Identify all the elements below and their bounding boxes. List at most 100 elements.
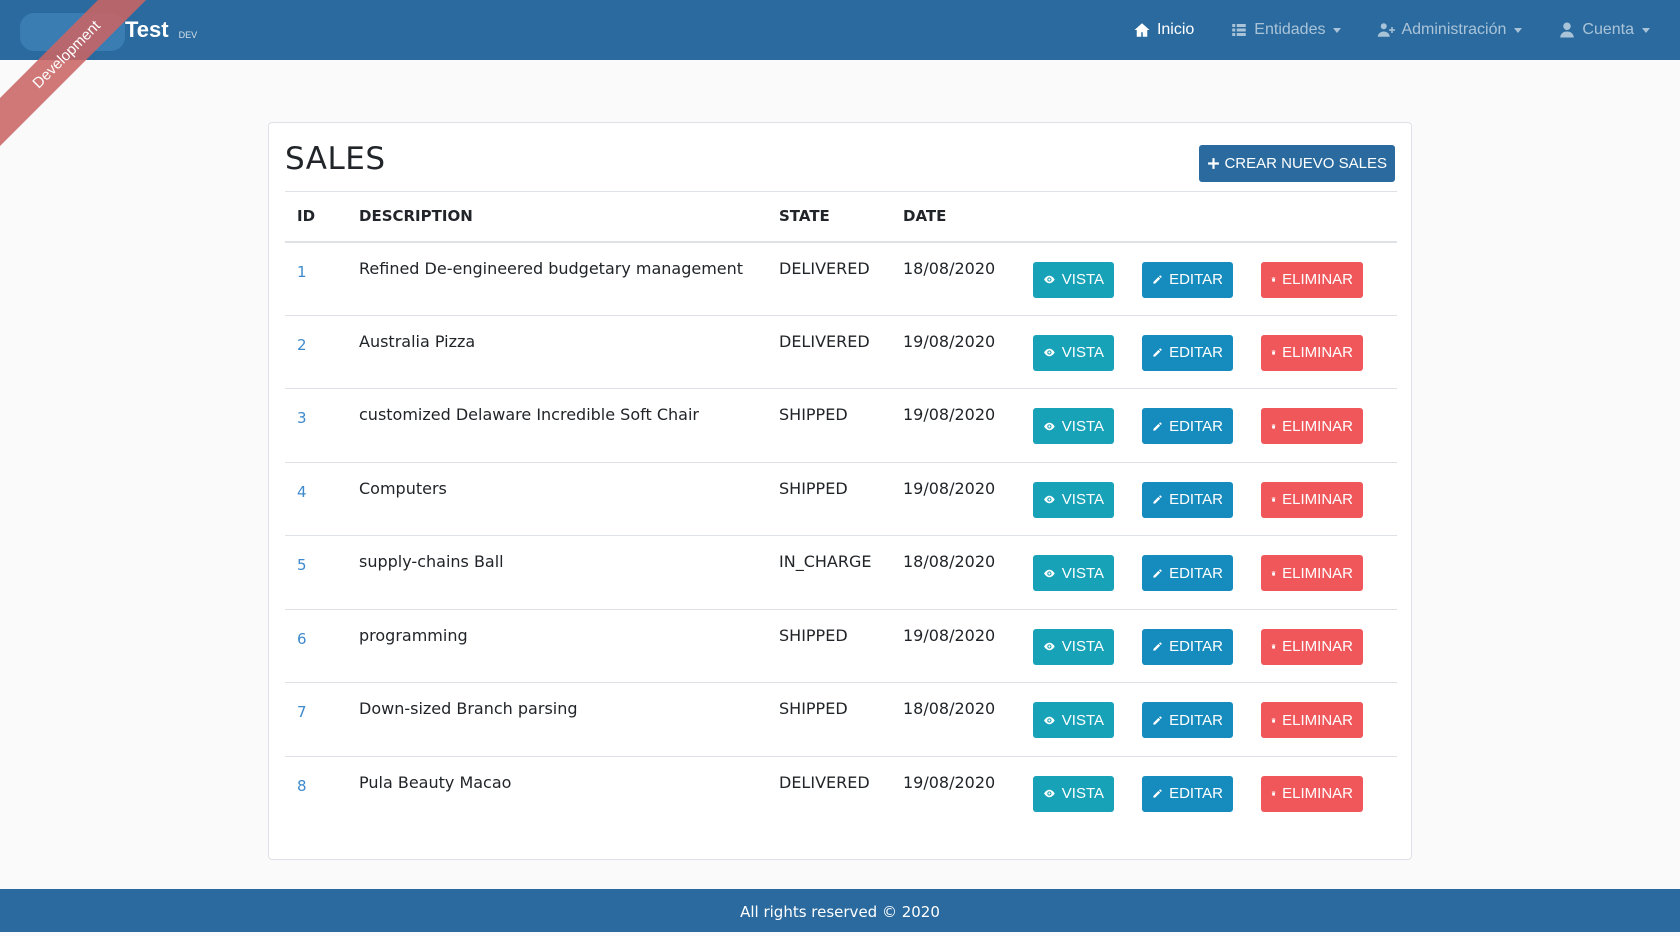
create-sales-label: CREAR NUEVO SALES: [1224, 155, 1387, 172]
delete-button[interactable]: ELIMINAR: [1261, 408, 1363, 444]
view-button[interactable]: VISTA: [1033, 555, 1114, 591]
edit-button[interactable]: EDITAR: [1142, 775, 1233, 812]
row-id-link[interactable]: 6: [297, 630, 307, 648]
delete-button[interactable]: ELIMINAR: [1261, 702, 1363, 738]
table-row: 1 Refined De-engineered budgetary manage…: [285, 241, 1397, 316]
column-header-description[interactable]: DESCRIPTION: [347, 191, 767, 243]
table-row: 5 supply-chains Ball IN_CHARGE 18/08/202…: [285, 535, 1397, 610]
edit-label: EDITAR: [1169, 417, 1223, 435]
delete-button[interactable]: ELIMINAR: [1261, 775, 1363, 812]
view-button[interactable]: VISTA: [1033, 481, 1114, 518]
brand-logo: [20, 13, 125, 51]
view-button[interactable]: VISTA: [1033, 408, 1114, 444]
nav-item-entidades[interactable]: Entidades: [1230, 21, 1342, 39]
delete-button[interactable]: ELIMINAR: [1261, 555, 1363, 591]
edit-button[interactable]: EDITAR: [1142, 628, 1233, 665]
row-description: Computers: [347, 462, 767, 536]
delete-label: ELIMINAR: [1282, 564, 1353, 582]
row-state: DELIVERED: [779, 772, 870, 792]
row-id-link[interactable]: 7: [297, 703, 307, 721]
footer-text: All rights reserved © 2020: [740, 903, 940, 921]
plus-icon: [1208, 158, 1220, 169]
table-row: 6 programming SHIPPED 19/08/2020 VISTA E…: [285, 609, 1397, 683]
row-actions: VISTA EDITAR ELIMINAR: [1021, 756, 1397, 830]
delete-label: ELIMINAR: [1282, 271, 1353, 288]
view-button[interactable]: VISTA: [1033, 334, 1114, 371]
row-action-group: VISTA EDITAR ELIMINAR: [1033, 555, 1385, 591]
eye-icon: [1044, 348, 1055, 357]
view-label: VISTA: [1061, 638, 1104, 655]
row-action-group: VISTA EDITAR ELIMINAR: [1033, 408, 1385, 444]
edit-button[interactable]: EDITAR: [1142, 334, 1233, 371]
edit-button[interactable]: EDITAR: [1142, 702, 1233, 738]
delete-button[interactable]: ELIMINAR: [1261, 628, 1363, 665]
edit-button[interactable]: EDITAR: [1142, 408, 1233, 444]
row-action-group: VISTA EDITAR ELIMINAR: [1033, 702, 1385, 738]
view-label: VISTA: [1061, 785, 1104, 802]
row-action-group: VISTA EDITAR ELIMINAR: [1033, 334, 1385, 371]
table-header-row: ID DESCRIPTION STATE DATE: [285, 191, 1397, 243]
delete-button[interactable]: ELIMINAR: [1261, 481, 1363, 518]
pencil-icon: [1153, 568, 1162, 578]
eye-icon: [1044, 642, 1055, 651]
create-sales-button[interactable]: CREAR NUEVO SALES: [1199, 145, 1395, 182]
row-description: supply-chains Ball: [347, 535, 767, 610]
pencil-icon: [1153, 275, 1162, 284]
row-description: customized Delaware Incredible Soft Chai…: [347, 388, 767, 463]
edit-button[interactable]: EDITAR: [1142, 261, 1233, 298]
view-button[interactable]: VISTA: [1033, 628, 1114, 665]
brand-title: Test: [125, 17, 169, 42]
view-label: VISTA: [1061, 271, 1104, 288]
view-label: VISTA: [1061, 417, 1104, 435]
page-title: SALES: [285, 141, 386, 177]
edit-button[interactable]: EDITAR: [1142, 555, 1233, 591]
row-actions: VISTA EDITAR ELIMINAR: [1021, 682, 1397, 757]
brand[interactable]: Test DEV: [20, 0, 197, 60]
sales-card: SALES CREAR NUEVO SALES ID DESCRIPTION S…: [268, 122, 1412, 860]
row-date: 19/08/2020: [891, 315, 1021, 389]
column-header-date[interactable]: DATE: [891, 191, 1021, 243]
row-id-link[interactable]: 2: [297, 336, 307, 354]
column-header-id[interactable]: ID: [285, 191, 347, 243]
edit-label: EDITAR: [1169, 271, 1223, 288]
eye-icon: [1044, 275, 1055, 284]
row-id-link[interactable]: 3: [297, 409, 307, 427]
caret-down-icon: [1514, 27, 1523, 33]
delete-label: ELIMINAR: [1282, 711, 1353, 729]
nav-item-label: Inicio: [1156, 21, 1195, 38]
home-icon: [1134, 23, 1150, 37]
row-id-link[interactable]: 8: [297, 777, 307, 795]
edit-button[interactable]: EDITAR: [1142, 481, 1233, 518]
trash-icon: [1271, 717, 1276, 723]
row-date: 19/08/2020: [891, 462, 1021, 536]
delete-label: ELIMINAR: [1282, 491, 1353, 508]
row-action-group: VISTA EDITAR ELIMINAR: [1033, 628, 1385, 665]
delete-button[interactable]: ELIMINAR: [1261, 334, 1363, 371]
edit-label: EDITAR: [1169, 344, 1223, 361]
pencil-icon: [1153, 789, 1162, 798]
row-actions: VISTA EDITAR ELIMINAR: [1021, 388, 1397, 463]
table-row: 8 Pula Beauty Macao DELIVERED 19/08/2020…: [285, 756, 1397, 830]
view-label: VISTA: [1061, 491, 1104, 508]
nav-item-administracion[interactable]: Administración: [1377, 21, 1523, 39]
pencil-icon: [1153, 495, 1162, 504]
delete-button[interactable]: ELIMINAR: [1261, 261, 1363, 298]
view-button[interactable]: VISTA: [1033, 775, 1114, 812]
column-header-actions: [1021, 191, 1397, 243]
view-button[interactable]: VISTA: [1033, 702, 1114, 738]
nav-item-cuenta[interactable]: Cuenta: [1558, 21, 1650, 39]
column-header-state[interactable]: STATE: [767, 191, 891, 243]
row-action-group: VISTA EDITAR ELIMINAR: [1033, 261, 1385, 298]
delete-label: ELIMINAR: [1282, 417, 1353, 435]
nav-item-inicio[interactable]: Inicio: [1133, 21, 1194, 39]
row-id-link[interactable]: 4: [297, 483, 307, 501]
row-id-link[interactable]: 1: [297, 263, 307, 281]
row-actions: VISTA EDITAR ELIMINAR: [1021, 535, 1397, 610]
trash-icon: [1271, 644, 1276, 649]
edit-label: EDITAR: [1169, 491, 1223, 508]
nav-menu: Inicio Entidades Administración Cuenta: [1133, 0, 1650, 60]
view-button[interactable]: VISTA: [1033, 261, 1114, 298]
user-plus-icon: [1378, 23, 1396, 37]
row-id-cell: 4: [285, 462, 347, 536]
row-id-link[interactable]: 5: [297, 556, 307, 574]
